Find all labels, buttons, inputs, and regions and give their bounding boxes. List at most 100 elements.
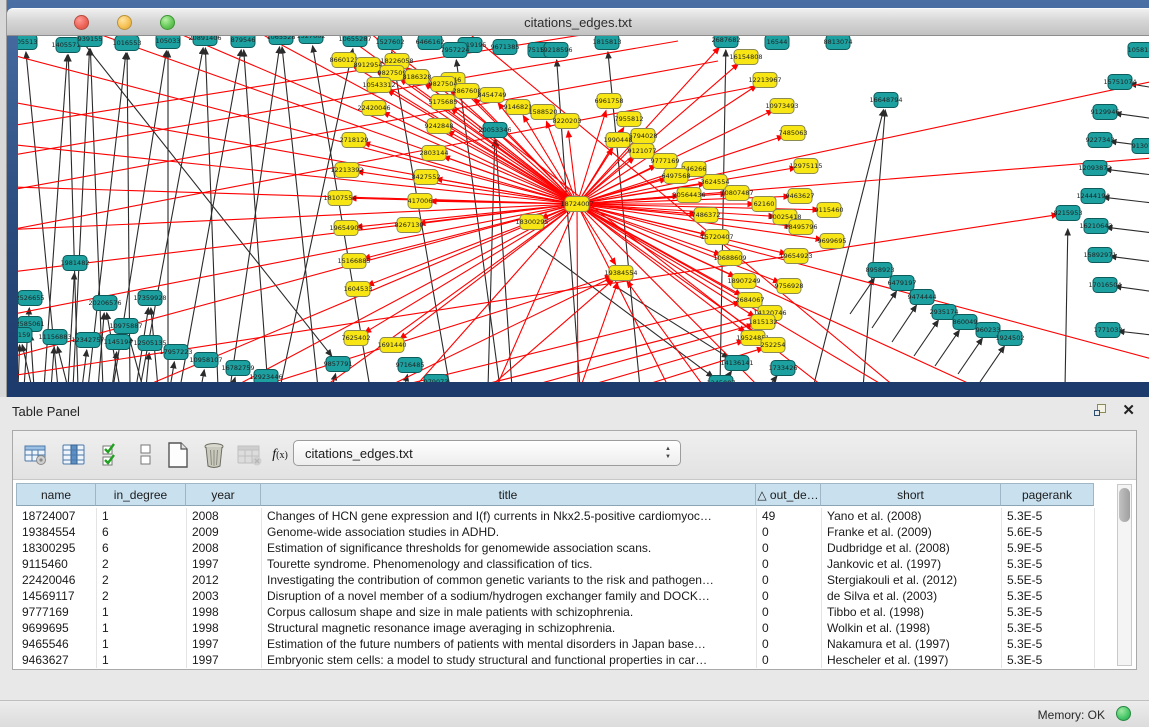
graph-node[interactable]: 19384554: [604, 266, 637, 281]
graph-edge[interactable]: [935, 330, 959, 366]
graph-node[interactable]: 8267130: [395, 218, 424, 233]
table-cell[interactable]: Estimation of significance thresholds fo…: [262, 540, 757, 556]
graph-node[interactable]: 10655287: [338, 36, 371, 47]
graph-node[interactable]: 15720407: [700, 230, 733, 245]
graph-node[interactable]: 20564436: [672, 188, 705, 203]
graph-node[interactable]: 979073: [424, 375, 449, 383]
graph-node[interactable]: 1733426: [769, 361, 798, 376]
graph-hub-node[interactable]: 18724007: [560, 197, 593, 212]
graph-edge[interactable]: [170, 362, 174, 382]
table-cell[interactable]: Disruption of a novel member of a sodium…: [262, 588, 757, 604]
table-cell[interactable]: Investigating the contribution of common…: [262, 572, 757, 588]
graph-node[interactable]: 1016553: [113, 36, 142, 51]
graph-node[interactable]: 9115460: [815, 203, 844, 218]
table-row[interactable]: 911546021997Tourette syndrome. Phenomeno…: [16, 556, 1096, 572]
graph-node[interactable]: 12342757: [71, 333, 104, 348]
table-cell[interactable]: 6: [97, 540, 187, 556]
table-vertical-scrollbar[interactable]: [1117, 484, 1132, 666]
table-cell[interactable]: Tourette syndrome. Phenomenology and cla…: [262, 556, 757, 572]
graph-edge[interactable]: [557, 60, 580, 382]
table-cell[interactable]: 9777169: [17, 604, 97, 620]
graph-edge[interactable]: [914, 320, 938, 356]
table-cell[interactable]: 5.3E-5: [1002, 508, 1095, 524]
graph-node[interactable]: 9756928: [775, 279, 804, 294]
table-cell[interactable]: 1997: [187, 556, 262, 572]
graph-node[interactable]: 1815813: [593, 36, 622, 50]
table-cell[interactable]: Stergiakouli et al. (2012): [822, 572, 1002, 588]
graph-node[interactable]: 2684067: [736, 293, 765, 308]
table-cell[interactable]: 5.3E-5: [1002, 636, 1095, 652]
table-cell[interactable]: 0: [757, 652, 822, 668]
table-selector-dropdown[interactable]: citations_edges.txt ▲▼: [293, 440, 681, 466]
table-cell[interactable]: de Silva et al. (2003): [822, 588, 1002, 604]
graph-edge[interactable]: [872, 291, 896, 328]
table-cell[interactable]: 5.6E-5: [1002, 524, 1095, 540]
graph-node[interactable]: 1527602: [297, 36, 326, 44]
table-cell[interactable]: 5.3E-5: [1002, 556, 1095, 572]
column-header-in_degree[interactable]: in_degree: [96, 483, 186, 506]
memory-ok-led-icon[interactable]: [1116, 706, 1131, 721]
graph-node[interactable]: 8220203: [553, 114, 582, 129]
column-header-name[interactable]: name: [16, 483, 96, 506]
graph-edge[interactable]: [518, 341, 743, 382]
graph-edge[interactable]: [146, 353, 149, 382]
graph-edge[interactable]: [244, 50, 268, 382]
graph-node[interactable]: 10688609: [713, 251, 746, 266]
graph-node[interactable]: 19654903: [329, 221, 362, 236]
graph-node[interactable]: 22420046: [357, 101, 390, 116]
delete-column-icon[interactable]: [199, 440, 229, 470]
table-cell[interactable]: 18300295: [17, 540, 97, 556]
graph-edge[interactable]: [577, 78, 1149, 204]
graph-node[interactable]: 17359928: [133, 291, 166, 306]
table-cell[interactable]: Yano et al. (2008): [822, 508, 1002, 524]
column-header-pagerank[interactable]: pagerank: [1001, 483, 1094, 506]
graph-node[interactable]: 20053346: [478, 123, 511, 138]
table-row[interactable]: 969969511998Structural magnetic resonanc…: [16, 620, 1096, 636]
graph-node[interactable]: 10543312: [362, 78, 395, 93]
graph-node[interactable]: 62160: [752, 197, 776, 212]
table-cell[interactable]: 5.3E-5: [1002, 604, 1095, 620]
graph-edge[interactable]: [140, 48, 203, 382]
table-cell[interactable]: 1: [97, 604, 187, 620]
table-cell[interactable]: 1: [97, 636, 187, 652]
table-cell[interactable]: 0: [757, 524, 822, 540]
table-cell[interactable]: Embryonic stem cells: a model to study s…: [262, 652, 757, 668]
table-row[interactable]: 1830029562008Estimation of significance …: [16, 540, 1096, 556]
graph-edge[interactable]: [980, 346, 1004, 382]
graph-node[interactable]: 1065528: [267, 36, 296, 45]
graph-edge[interactable]: [574, 282, 618, 382]
table-cell[interactable]: Changes of HCN gene expression and I(f) …: [262, 508, 757, 524]
table-cell[interactable]: 5.5E-5: [1002, 572, 1095, 588]
graph-node[interactable]: 19218596: [539, 43, 572, 58]
unselect-all-icon[interactable]: [131, 440, 161, 470]
graph-node[interactable]: 2803144: [420, 146, 449, 161]
graph-node[interactable]: 1981482: [61, 256, 90, 271]
graph-edge[interactable]: [892, 305, 916, 342]
network-canvas[interactable]: 8660123891295418226058982750910543312818…: [18, 36, 1149, 382]
table-cell[interactable]: 6: [97, 524, 187, 540]
graph-node[interactable]: 6794028: [629, 129, 658, 144]
table-cell[interactable]: 9115460: [17, 556, 97, 572]
delete-table-icon[interactable]: [235, 440, 265, 470]
table-row[interactable]: 946362711997Embryonic stem cells: a mode…: [16, 652, 1096, 668]
table-cell[interactable]: 5.3E-5: [1002, 652, 1095, 668]
graph-node[interactable]: 879546: [231, 36, 256, 48]
graph-node[interactable]: 9857791: [324, 357, 353, 372]
graph-node[interactable]: 6961758: [595, 94, 624, 109]
table-row[interactable]: 1456911722003Disruption of a novel membe…: [16, 588, 1096, 604]
table-cell[interactable]: 2008: [187, 540, 262, 556]
graph-node[interactable]: 18107554: [323, 191, 356, 206]
table-cell[interactable]: Franke et al. (2009): [822, 524, 1002, 540]
table-row[interactable]: 1938455462009Genome-wide association stu…: [16, 524, 1096, 540]
graph-edge[interactable]: [51, 347, 54, 382]
graph-node[interactable]: 11156883: [38, 330, 71, 345]
graph-node[interactable]: 1691440: [378, 338, 407, 353]
select-all-icon[interactable]: [97, 440, 127, 470]
column-header-year[interactable]: year: [186, 483, 261, 506]
graph-node[interactable]: 19654923: [779, 249, 812, 264]
table-cell[interactable]: Dudbridge et al. (2008): [822, 540, 1002, 556]
graph-node[interactable]: 2718129: [340, 133, 369, 148]
graph-edge[interactable]: [232, 378, 235, 382]
graph-node[interactable]: 14136141: [720, 356, 753, 371]
table-settings-icon[interactable]: [21, 440, 51, 470]
